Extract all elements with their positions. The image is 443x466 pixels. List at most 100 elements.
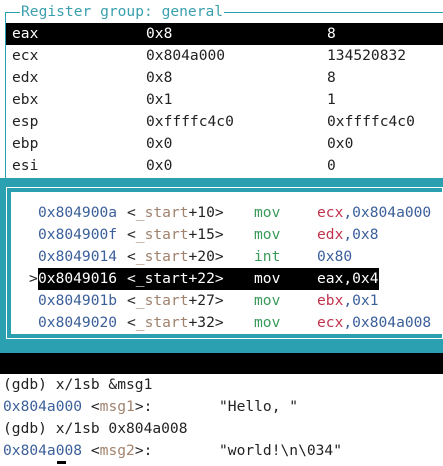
asm-mnemonic: mov (254, 314, 281, 331)
asm-operands: eax,0x4 (317, 268, 379, 290)
asm-symbol-close: > (214, 292, 224, 309)
asm-operands: 0x80 (317, 246, 352, 268)
register-name: ecx (12, 47, 39, 64)
register-hex: 0xffffc4c0 (146, 113, 234, 130)
memory-symbol: msg2 (99, 442, 135, 459)
console-line: 0x804a008 <msg2>: "world!\n\034" (3, 440, 440, 462)
asm-symbol-close: > (214, 226, 224, 243)
asm-symbol-open: < (127, 314, 136, 331)
register-natural: 0xffffc4c0 (327, 113, 415, 130)
register-window-title: Register group: general (20, 1, 225, 23)
memory-symbol: msg1 (99, 398, 135, 415)
asm-symbol-offset: +15 (188, 226, 215, 243)
asm-address: 0x804900f (38, 226, 118, 243)
asm-register: edx (317, 226, 344, 243)
register-natural: 0x0 (327, 135, 354, 152)
asm-symbol-name: _start (135, 226, 189, 243)
asm-symbol-offset: +10 (188, 204, 215, 221)
asm-symbol: <_start+10> (127, 202, 224, 224)
asm-address: 0x804901b (38, 292, 118, 309)
register-row[interactable]: eax 0x8 8 (6, 23, 443, 45)
symbol-close: >: (134, 398, 153, 415)
register-row[interactable]: ebx 0x1 1 (6, 89, 443, 111)
register-row[interactable]: esp 0xffffc4c0 0xffffc4c0 (6, 111, 443, 133)
asm-register: ecx (317, 314, 344, 331)
asm-symbol-open: < (127, 204, 136, 221)
register-row[interactable]: ebp 0x0 0x0 (6, 133, 443, 155)
register-name: esp (12, 113, 39, 130)
asm-operand: ,0x4 (343, 270, 379, 287)
console-line: (gdb) x/1sb 0x804a008 (3, 418, 440, 440)
asm-operands: edx,0x8 (317, 224, 379, 246)
asm-mnemonic: mov (254, 270, 281, 287)
asm-mnemonic: mov (254, 292, 281, 309)
register-name: ebp (12, 135, 39, 152)
register-hex: 0x0 (146, 157, 173, 174)
asm-address: 0x804900a (38, 204, 118, 221)
status-bar: native process 4097 In: _start L14 (0, 353, 443, 414)
current-instruction-marker: > (29, 270, 38, 287)
register-hex: 0x1 (146, 91, 173, 108)
asm-operand: ,0x804a000 (343, 204, 432, 221)
asm-register: ebx (317, 292, 344, 309)
memory-value: "Hello, " (219, 398, 299, 415)
asm-row[interactable]: 0x804901b <_start+27> mov ebx,0x1 (0, 290, 443, 312)
memory-address: 0x804a000 (3, 398, 83, 415)
register-name: esi (12, 157, 39, 174)
register-hex: 0x0 (146, 135, 173, 152)
asm-symbol-open: < (127, 292, 136, 309)
asm-symbol-offset: +27 (188, 292, 215, 309)
asm-operands: ebx,0x1 (317, 290, 379, 312)
register-natural: 8 (327, 69, 336, 86)
asm-row[interactable]: 0x804900f <_start+15> mov edx,0x8 (0, 224, 443, 246)
gdb-command: (gdb) x/1sb 0x804a008 (3, 420, 188, 437)
register-hex: 0x8 (146, 69, 173, 86)
asm-symbol-close: > (214, 270, 224, 287)
register-hex: 0x8 (146, 25, 173, 42)
asm-symbol-open: < (127, 248, 136, 265)
asm-symbol: <_start+15> (127, 224, 224, 246)
asm-mnemonic: mov (254, 204, 281, 221)
asm-mnemonic: int (254, 248, 281, 265)
asm-symbol-offset: +22 (188, 270, 215, 287)
asm-symbol-name: _start (135, 204, 189, 221)
register-row[interactable]: edx 0x8 8 (6, 67, 443, 89)
register-natural: 8 (327, 25, 336, 42)
asm-symbol: <_start+22> (127, 268, 224, 290)
asm-row[interactable]: 0x804900a <_start+10> mov ecx,0x804a000 (0, 202, 443, 224)
symbol-close: >: (134, 442, 153, 459)
asm-symbol: <_start+27> (127, 290, 224, 312)
console-line: 0x804a000 <msg1>: "Hello, " (3, 396, 440, 418)
asm-address: 0x8049014 (38, 248, 118, 265)
register-name: edx (12, 69, 39, 86)
register-natural: 1 (327, 91, 336, 108)
asm-address: 0x8049016 (38, 270, 118, 287)
asm-operands: ecx,0x804a008 (317, 312, 431, 334)
register-natural: 0 (327, 157, 336, 174)
asm-row[interactable]: 0x8049020 <_start+32> mov ecx,0x804a008 (0, 312, 443, 334)
symbol-open: < (82, 442, 100, 459)
text-cursor (57, 461, 66, 464)
asm-row[interactable]: 0x8049014 <_start+20> int 0x80 (0, 246, 443, 268)
asm-symbol-open: < (127, 226, 136, 243)
symbol-open: < (82, 398, 100, 415)
asm-symbol-name: _start (135, 292, 189, 309)
asm-operands: ecx,0x804a000 (317, 202, 431, 224)
gdb-command: (gdb) x/1sb &msg1 (3, 376, 153, 393)
asm-symbol-name: _start (135, 314, 189, 331)
memory-value: "world!\n\034" (219, 442, 343, 459)
register-row[interactable]: ecx 0x804a000 134520832 (6, 45, 443, 67)
asm-symbol-name: _start (135, 248, 189, 265)
asm-symbol-offset: +32 (188, 314, 215, 331)
asm-mnemonic: mov (254, 226, 281, 243)
register-hex: 0x804a000 (146, 47, 226, 64)
asm-operand: ,0x804a008 (343, 314, 432, 331)
asm-operand: ,0x1 (343, 292, 379, 309)
asm-row[interactable]: >0x8049016 <_start+22> mov eax,0x4 (0, 268, 443, 290)
asm-symbol-offset: +20 (188, 248, 215, 265)
asm-symbol-open: < (127, 270, 136, 287)
register-row[interactable]: esi 0x0 0 (6, 155, 443, 177)
console-line: (gdb) x/1sb &msg1 (3, 374, 440, 396)
asm-register: ecx (317, 204, 344, 221)
memory-address: 0x804a008 (3, 442, 83, 459)
